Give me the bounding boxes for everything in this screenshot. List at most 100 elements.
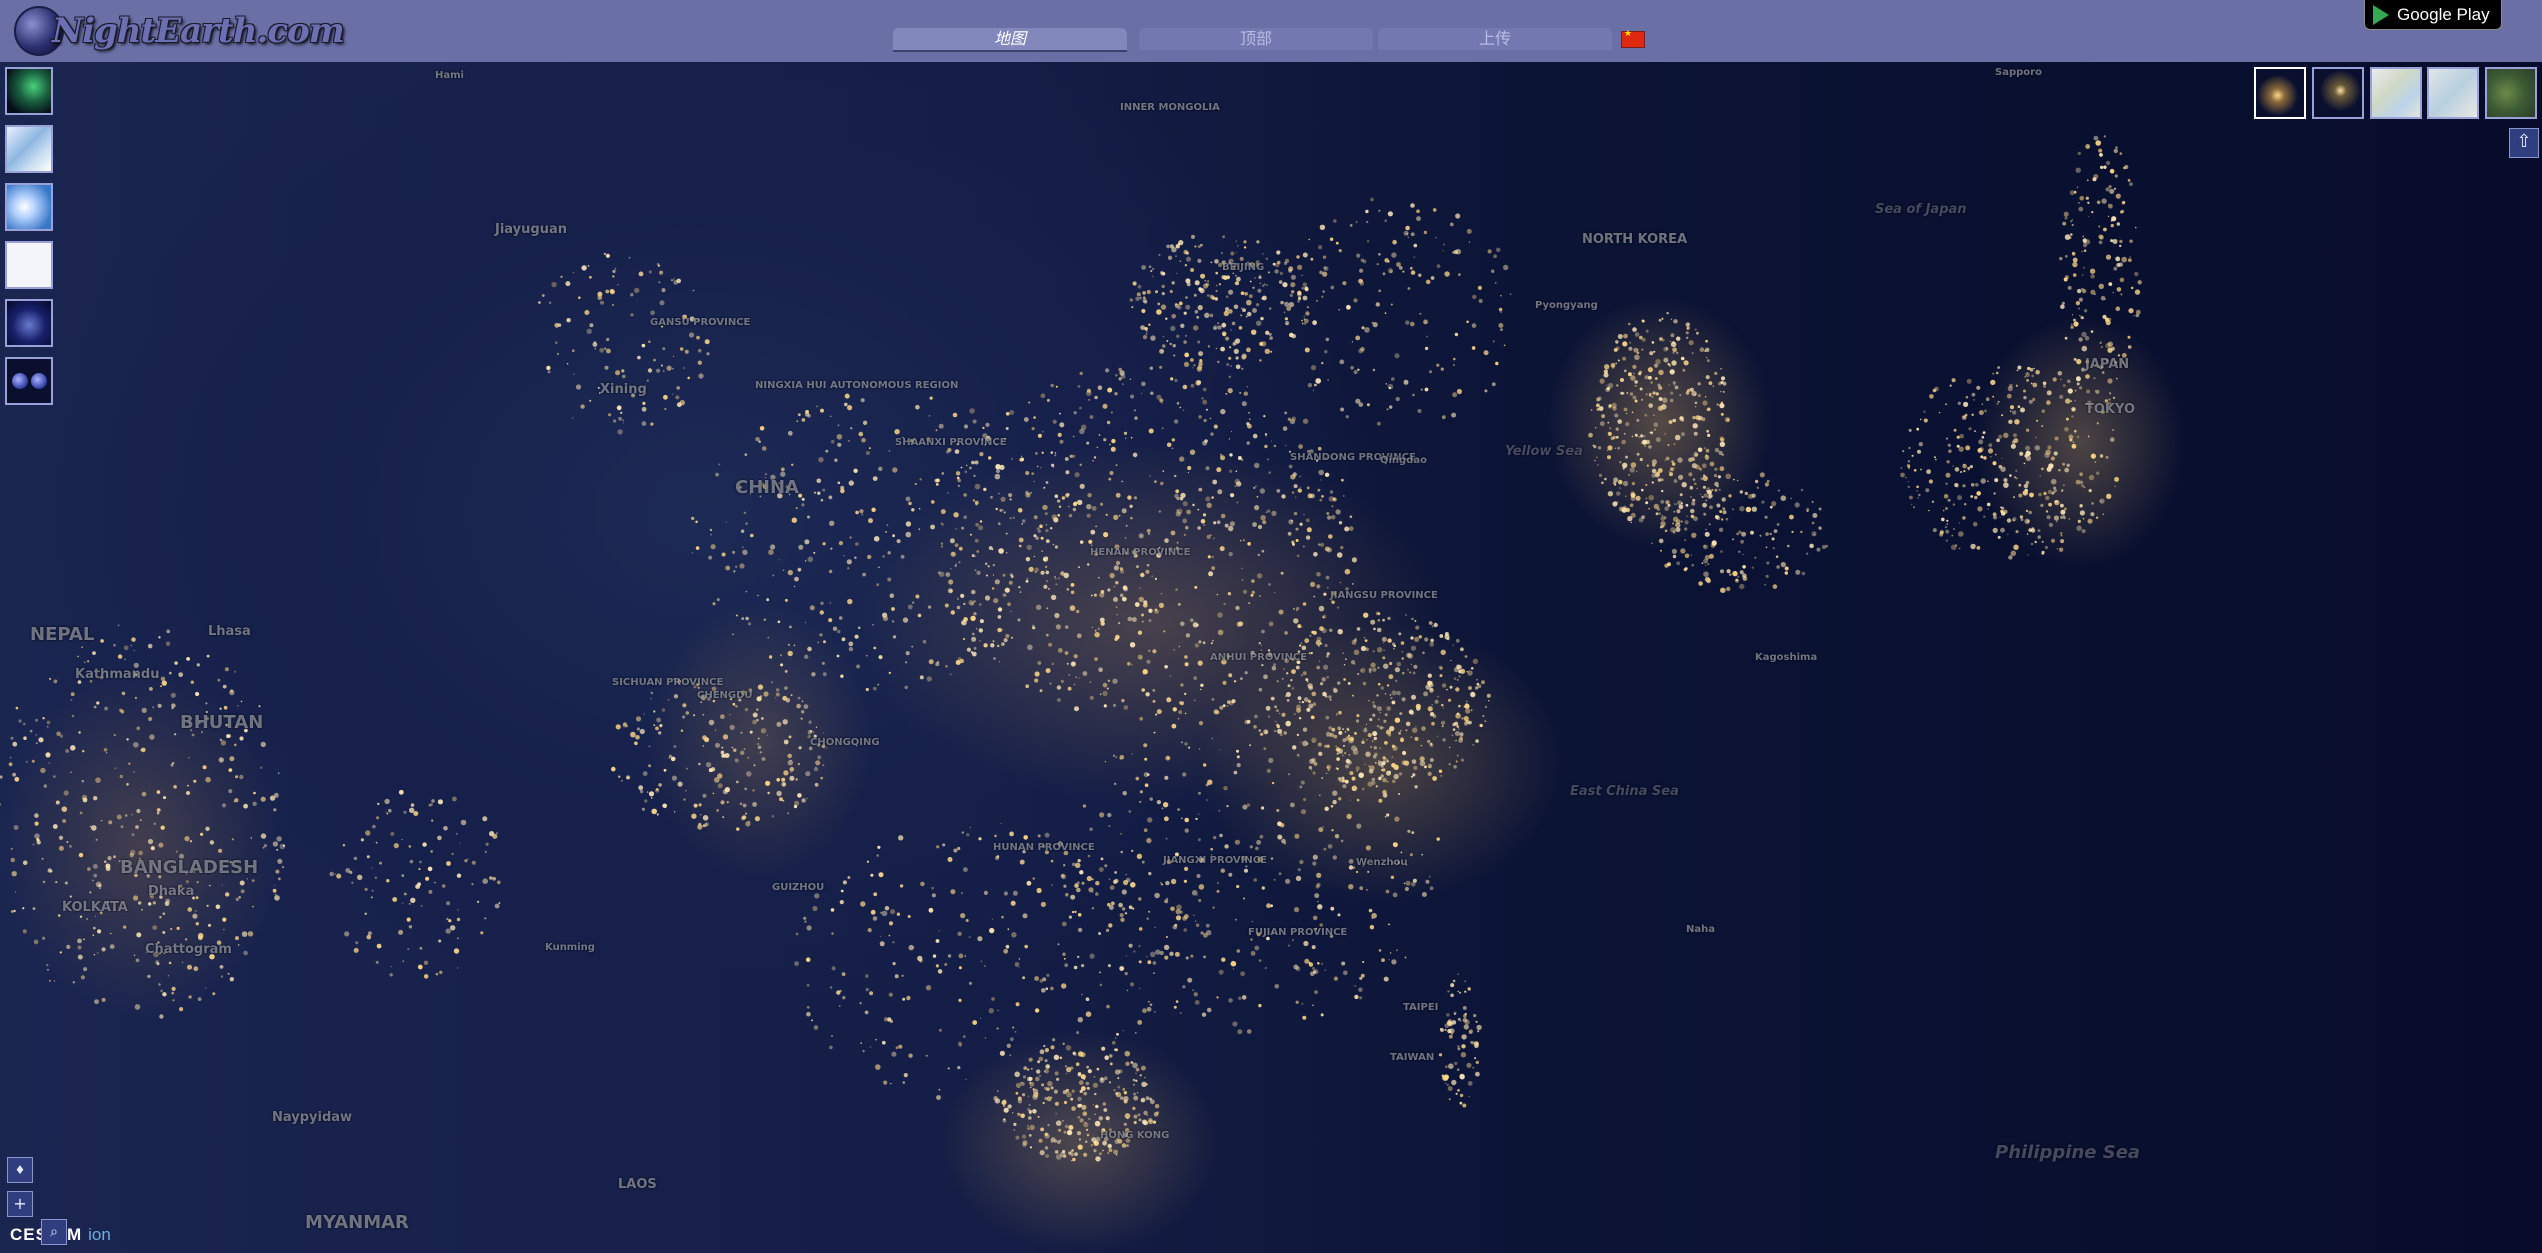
city-light [940,542,944,545]
city-light [205,702,208,705]
city-light [752,719,757,725]
home-up-icon[interactable]: ⇧ [2509,128,2539,158]
terrain-layer-icon[interactable] [5,125,53,173]
city-light [1359,268,1364,273]
city-light [1166,244,1170,249]
city-light [1045,481,1049,484]
night-earth-map[interactable]: Hami INNER MONGOLIA Jiayuguan Xining GAN… [0,62,2542,1253]
map-terrain-style-thumb[interactable] [2427,67,2479,119]
city-light [1282,282,1288,288]
city-light [2013,438,2019,444]
dual-globe-layer-icon[interactable] [5,357,53,405]
satellite-style-thumb[interactable] [2485,67,2537,119]
city-light [1978,410,1984,416]
tab-map[interactable]: 地图 [893,28,1127,50]
city-light [1410,636,1414,640]
city-light [1171,247,1177,253]
city-light [53,980,56,982]
city-light [1070,583,1075,587]
city-light [1225,392,1228,395]
city-light [1596,403,1600,408]
city-light [272,841,279,847]
map-label-nepal: NEPAL [30,624,95,645]
night-globe-layer-icon[interactable] [5,299,53,347]
city-light [1281,494,1286,499]
city-light [1175,511,1182,517]
city-light [2000,527,2005,533]
city-light [735,565,738,568]
city-light [1422,651,1425,655]
city-light [138,901,142,905]
city-light [1221,322,1227,328]
night-lights-style-thumb[interactable] [2254,67,2306,119]
city-light [1701,463,1707,469]
city-light [1996,438,2000,443]
map-light-style-thumb[interactable] [2370,67,2422,119]
night-labels-style-thumb[interactable] [2312,67,2364,119]
city-light [1160,349,1165,353]
city-light [1040,393,1046,399]
city-light [928,605,932,609]
city-light [1266,903,1271,909]
city-light [1184,655,1188,659]
white-layer-icon[interactable] [5,241,53,289]
city-light [1087,854,1091,858]
city-light [1375,611,1380,616]
city-light [2133,315,2135,317]
search-icon[interactable]: ⌕ [41,1219,67,1245]
map-label-henan: HENAN PROVINCE [1090,547,1191,558]
city-light [880,911,883,914]
city-light [920,881,925,887]
city-light [393,843,399,849]
city-light [822,672,827,677]
city-light [1703,571,1709,577]
city-light [1201,1012,1207,1017]
city-light [1693,452,1699,457]
city-light [101,947,106,952]
city-light [1376,263,1379,266]
city-light [1216,889,1220,893]
city-light [1314,383,1317,387]
city-light [1664,433,1667,435]
city-light [1302,602,1307,606]
city-light [1648,507,1650,510]
city-light [850,427,853,430]
city-light [1320,1013,1324,1017]
city-light [1248,418,1251,421]
google-play-button[interactable]: Google Play [2364,0,2502,30]
city-light [1060,571,1065,576]
city-light [1079,870,1084,875]
city-light [1620,391,1624,395]
city-light [2001,414,2004,417]
city-light [1366,240,1370,243]
tab-upload[interactable]: 上传 [1378,28,1612,50]
city-light [1612,435,1616,440]
city-light [1106,687,1109,690]
city-light [1721,497,1726,502]
city-light [2076,435,2080,439]
compass-icon[interactable]: ♦ [7,1157,33,1183]
city-light [1280,300,1284,305]
cn-flag-icon[interactable] [1621,29,1645,48]
city-light [572,417,574,419]
tab-top[interactable]: 顶部 [1139,28,1373,50]
city-light [1070,590,1075,595]
city-light [1190,618,1194,622]
aurora-layer-icon[interactable] [5,67,53,115]
site-logo[interactable]: NightEarth.com [14,4,345,58]
zoom-in-button[interactable]: + [7,1191,33,1217]
city-light [780,467,785,472]
city-light [1303,940,1309,947]
city-light [729,724,735,731]
city-light [1046,607,1049,610]
clouds-layer-icon[interactable] [5,183,53,231]
city-light [2018,493,2023,498]
city-light [1126,989,1129,992]
city-light [1044,512,1048,516]
city-light [1287,684,1291,688]
city-light [1322,826,1324,828]
city-light [1685,331,1689,335]
city-light [1671,360,1677,366]
city-light [1281,712,1286,717]
city-light [1071,1106,1076,1111]
